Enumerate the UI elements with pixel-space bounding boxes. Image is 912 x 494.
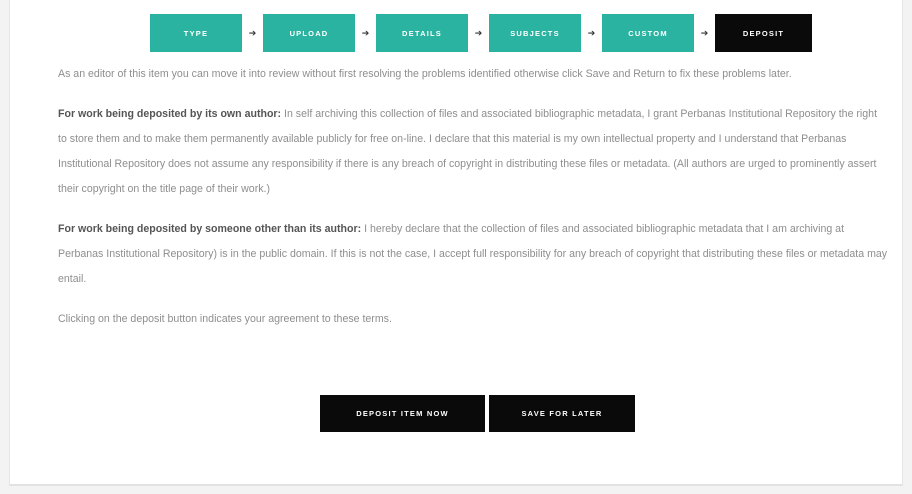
own-author-heading: For work being deposited by its own auth… <box>58 108 282 120</box>
own-author-terms: For work being deposited by its own auth… <box>58 102 888 202</box>
arrow-right-icon: ➔ <box>587 27 596 38</box>
step-subjects[interactable]: SUBJECTS <box>489 14 581 52</box>
deposit-item-now-button[interactable]: DEPOSIT ITEM NOW <box>320 395 485 432</box>
step-details[interactable]: DETAILS <box>376 14 468 52</box>
step-type[interactable]: TYPE <box>150 14 242 52</box>
own-author-text: In self archiving this collection of fil… <box>58 108 878 195</box>
other-author-terms: For work being deposited by someone othe… <box>58 217 888 292</box>
step-custom[interactable]: CUSTOM <box>602 14 694 52</box>
arrow-right-icon: ➔ <box>361 27 370 38</box>
arrow-right-icon: ➔ <box>248 27 257 38</box>
arrow-right-icon: ➔ <box>474 27 483 38</box>
agreement-text: Clicking on the deposit button indicates… <box>58 313 392 325</box>
deposit-terms: As an editor of this item you can move i… <box>58 62 888 352</box>
other-author-heading: For work being deposited by someone othe… <box>58 223 362 235</box>
step-upload[interactable]: UPLOAD <box>263 14 355 52</box>
arrow-right-icon: ➔ <box>700 27 709 38</box>
deposit-panel: TYPE ➔ UPLOAD ➔ DETAILS ➔ SUBJECTS ➔ CUS… <box>9 0 903 486</box>
editor-notice: As an editor of this item you can move i… <box>58 68 792 80</box>
deposit-actions: DEPOSIT ITEM NOW SAVE FOR LATER <box>320 395 635 432</box>
save-for-later-button[interactable]: SAVE FOR LATER <box>489 395 635 432</box>
workflow-steps: TYPE ➔ UPLOAD ➔ DETAILS ➔ SUBJECTS ➔ CUS… <box>150 14 812 52</box>
step-deposit[interactable]: DEPOSIT <box>715 14 812 52</box>
